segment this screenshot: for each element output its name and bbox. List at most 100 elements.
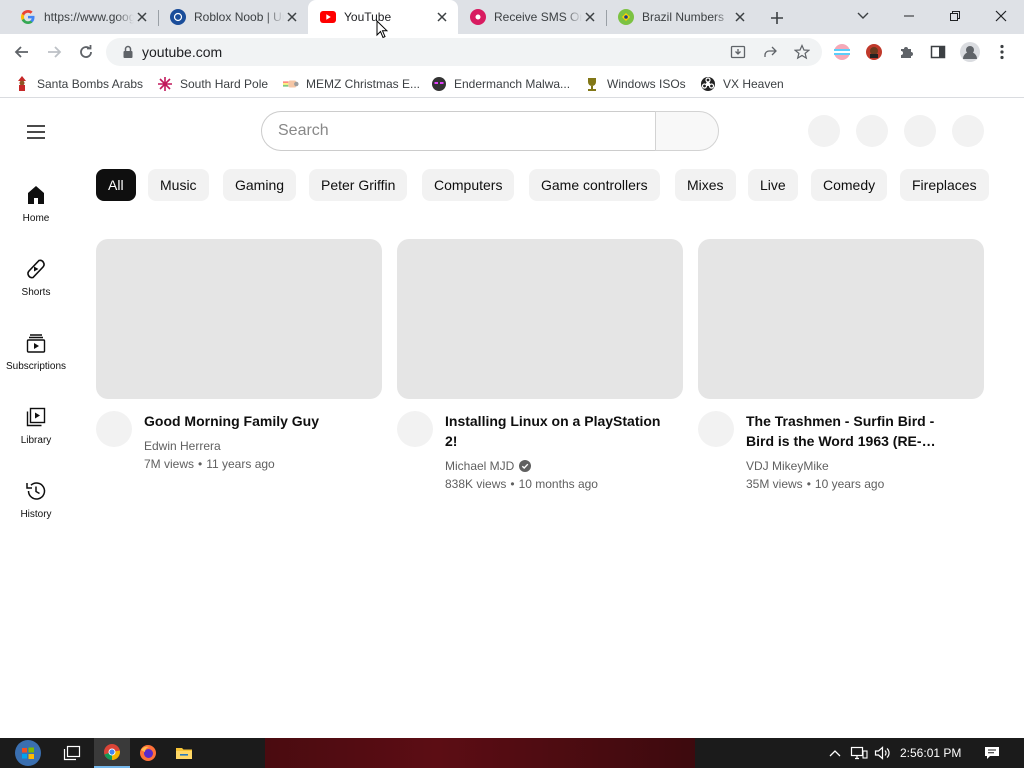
bookmark-endermanch-malware[interactable]: Endermanch Malwa... [431, 74, 570, 94]
tab-search-button[interactable] [840, 0, 886, 32]
guide-label: Shorts [21, 287, 51, 298]
video-thumbnail[interactable] [96, 239, 382, 399]
install-app-button[interactable] [728, 42, 748, 62]
volume-button[interactable] [872, 738, 894, 768]
search-button[interactable] [655, 111, 719, 151]
bookmark-santa-bombs-arabs[interactable]: Santa Bombs Arabs [14, 74, 143, 94]
header-placeholder-button[interactable] [904, 115, 936, 147]
taskbar-clock[interactable]: 2:56:01 PM [900, 738, 961, 768]
minimize-button[interactable] [886, 0, 932, 32]
task-view-button[interactable] [56, 738, 88, 768]
taskbar-chrome[interactable] [94, 738, 130, 768]
video-meta: 35M views • 10 years ago [746, 477, 885, 491]
chip-gaming[interactable]: Gaming [223, 169, 297, 201]
video-card[interactable]: Good Morning Family Guy Edwin Herrera 7M… [96, 239, 382, 499]
chip-live[interactable]: Live [748, 169, 798, 201]
address-bar[interactable]: youtube.com [106, 38, 822, 66]
bookmark-memz-christmas[interactable]: MEMZ Christmas E... [283, 74, 420, 94]
lock-icon[interactable] [120, 44, 136, 60]
chip-fireplaces[interactable]: Fireplaces [900, 169, 989, 201]
tab-google[interactable]: https://www.google.com [8, 0, 158, 34]
chip-peter-griffin[interactable]: Peter Griffin [309, 169, 408, 201]
forward-arrow-icon [48, 46, 62, 58]
header-placeholder-button[interactable] [856, 115, 888, 147]
channel-name[interactable]: VDJ MikeyMike [746, 459, 829, 473]
chip-all[interactable]: All [96, 169, 136, 201]
action-center-button[interactable] [978, 738, 1006, 768]
chrome-menu-button[interactable] [988, 38, 1016, 66]
video-title[interactable]: Installing Linux on a PlayStation 2! [445, 411, 665, 451]
back-button[interactable] [8, 38, 36, 66]
channel-name[interactable]: Michael MJD [445, 459, 532, 473]
show-hidden-icons-button[interactable] [824, 738, 846, 768]
guide-item-subscriptions[interactable]: Subscriptions [0, 323, 72, 383]
guide-item-history[interactable]: History [0, 471, 72, 531]
bookmark-label: Endermanch Malwa... [454, 77, 571, 91]
upload-age: 10 years ago [814, 477, 885, 491]
close-tab-icon[interactable] [134, 9, 150, 25]
video-card[interactable]: Installing Linux on a PlayStation 2! Mic… [397, 239, 683, 499]
guide-item-library[interactable]: Library [0, 397, 72, 457]
extensions-button[interactable] [892, 38, 920, 66]
tab-title: https://www.google.com [44, 10, 134, 24]
side-panel-button[interactable] [924, 38, 952, 66]
install-icon [730, 45, 746, 59]
profile-button[interactable] [956, 38, 984, 66]
bookmark-vx-heaven[interactable]: VX Heaven [700, 74, 784, 94]
channel-avatar[interactable] [96, 411, 132, 447]
guide-item-home[interactable]: Home [0, 175, 72, 235]
tab-title: Receive SMS Online [494, 10, 582, 24]
restore-button[interactable] [932, 0, 978, 32]
start-button[interactable] [8, 738, 48, 768]
bookmark-windows-isos[interactable]: Windows ISOs [584, 74, 686, 94]
reload-button[interactable] [72, 38, 100, 66]
google-g-icon [20, 9, 36, 25]
chip-comedy[interactable]: Comedy [811, 169, 888, 201]
nyan-cat-icon [283, 76, 299, 92]
tab-receive-sms[interactable]: Receive SMS Online [458, 0, 606, 34]
channel-avatar[interactable] [397, 411, 433, 447]
kebab-menu-icon [1000, 44, 1004, 60]
tab-brazil-numbers[interactable]: Brazil Numbers [606, 0, 756, 34]
reload-icon [80, 45, 92, 58]
chip-mixes[interactable]: Mixes [675, 169, 736, 201]
share-button[interactable] [760, 42, 780, 62]
network-button[interactable] [848, 738, 870, 768]
speaker-icon [874, 746, 890, 760]
extension-avatar-button[interactable] [860, 38, 888, 66]
library-icon [26, 407, 46, 427]
close-tab-icon[interactable] [434, 9, 450, 25]
enderman-icon [431, 76, 447, 92]
taskbar-file-explorer[interactable] [166, 738, 202, 768]
video-title[interactable]: The Trashmen - Surfin Bird - Bird is the… [746, 411, 966, 451]
video-thumbnail[interactable] [397, 239, 683, 399]
channel-name[interactable]: Edwin Herrera [144, 439, 221, 453]
bookmark-label: South Hard Pole [180, 77, 269, 91]
header-placeholder-button[interactable] [808, 115, 840, 147]
guide-item-shorts[interactable]: Shorts [0, 249, 72, 309]
bookmark-label: MEMZ Christmas E... [306, 77, 421, 91]
search-input[interactable] [262, 112, 656, 150]
video-card[interactable]: The Trashmen - Surfin Bird - Bird is the… [698, 239, 984, 499]
tab-title: Roblox Noob | Uncyclopedia [194, 10, 284, 24]
hamburger-menu-icon[interactable] [24, 120, 48, 144]
guide-label: History [20, 509, 52, 520]
close-window-button[interactable] [978, 0, 1024, 32]
chip-music[interactable]: Music [148, 169, 209, 201]
video-title[interactable]: Good Morning Family Guy [144, 411, 364, 431]
extension-trans-flag-button[interactable] [828, 38, 856, 66]
tab-roblox-noob[interactable]: Roblox Noob | Uncyclopedia [158, 0, 308, 34]
close-tab-icon[interactable] [582, 9, 598, 25]
new-tab-button[interactable] [766, 7, 788, 29]
forward-button[interactable] [40, 38, 68, 66]
video-thumbnail[interactable] [698, 239, 984, 399]
bookmark-star-button[interactable] [792, 42, 812, 62]
bookmark-south-hard-pole[interactable]: South Hard Pole [157, 74, 268, 94]
close-tab-icon[interactable] [284, 9, 300, 25]
close-tab-icon[interactable] [732, 9, 748, 25]
header-placeholder-button[interactable] [952, 115, 984, 147]
channel-avatar[interactable] [698, 411, 734, 447]
taskbar-firefox[interactable] [130, 738, 166, 768]
chip-computers[interactable]: Computers [422, 169, 515, 201]
chip-game-controllers[interactable]: Game controllers [529, 169, 660, 201]
